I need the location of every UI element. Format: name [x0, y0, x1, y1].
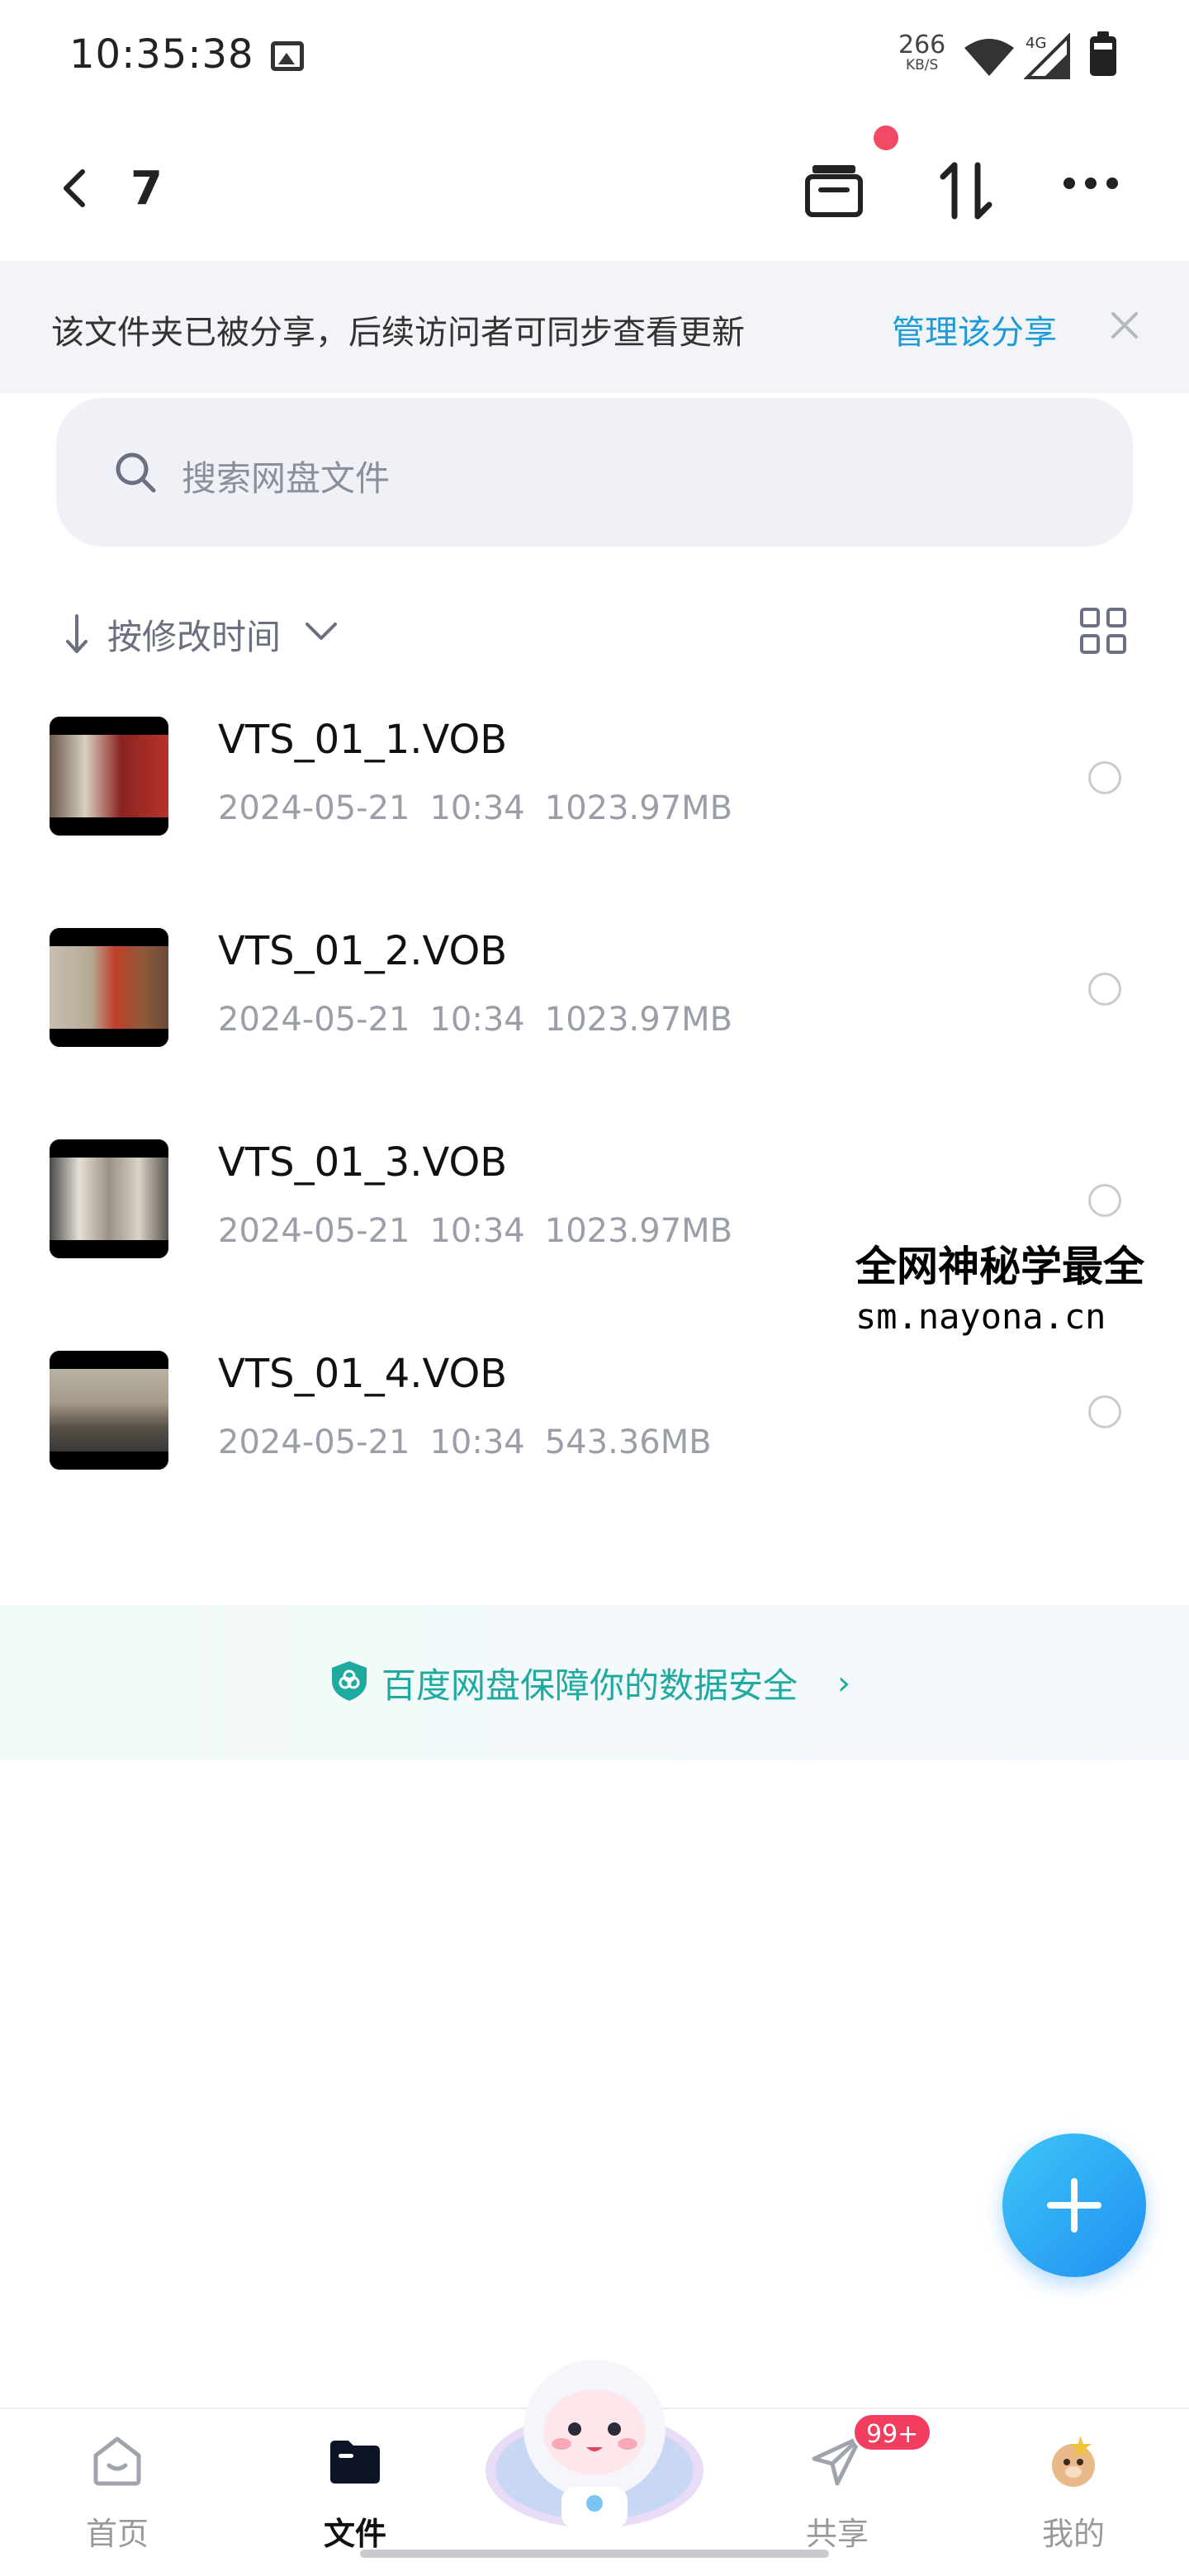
network-speed-value: 266 [898, 31, 946, 59]
home-indicator[interactable] [360, 2550, 829, 2558]
back-icon[interactable] [51, 163, 101, 213]
video-thumbnail [50, 928, 168, 1047]
status-bar: 10:35:38 266 KB/S 4G [0, 0, 1189, 107]
share-banner-text: 该文件夹已被分享，后续访问者可同步查看更新 [51, 314, 745, 352]
file-name: VTS_01_2.VOB [218, 928, 508, 974]
file-date: 2024-05-21 [218, 789, 410, 827]
nav-item-home[interactable]: 首页 [35, 2409, 200, 2576]
image-icon [271, 41, 304, 71]
file-time: 10:34 [429, 1001, 525, 1039]
data-safety-banner[interactable]: 百度网盘保障你的数据安全 › [0, 1605, 1189, 1760]
nav-item-mine[interactable]: 我的 [991, 2409, 1156, 2576]
header: 7 [0, 132, 1189, 248]
arrow-down-icon[interactable] [63, 613, 91, 656]
nav-label-files: 文件 [323, 2516, 386, 2552]
file-row[interactable]: VTS_01_4.VOB 2024-05-21 10:34 543.36MB [0, 1333, 1189, 1544]
chevron-down-icon[interactable] [302, 619, 340, 644]
avatar-icon [1052, 2436, 1095, 2487]
grid-view-icon[interactable] [1080, 608, 1128, 656]
close-icon[interactable] [1108, 309, 1141, 342]
manage-share-link[interactable]: 管理该分享 [892, 305, 1057, 353]
status-time: 10:35:38 [69, 31, 254, 78]
file-name: VTS_01_4.VOB [218, 1351, 508, 1397]
video-thumbnail [50, 717, 168, 836]
more-icon[interactable] [1063, 177, 1130, 201]
watermark-title: 全网神秘学最全 [855, 1243, 1144, 1290]
wifi-icon [964, 39, 1014, 76]
chevron-right-icon: › [837, 1664, 850, 1702]
file-size: 1023.97MB [544, 789, 733, 827]
share-banner: 该文件夹已被分享，后续访问者可同步查看更新 管理该分享 [0, 261, 1189, 393]
transfer-box-icon[interactable] [801, 157, 867, 223]
file-meta: 2024-05-21 10:34 1023.97MB [218, 789, 752, 827]
file-date: 2024-05-21 [218, 1423, 410, 1461]
nav-label-home: 首页 [85, 2516, 149, 2552]
page-title: 7 [130, 162, 163, 215]
network-speed: 266 KB/S [898, 33, 945, 73]
nav-label-share: 共享 [805, 2516, 869, 2552]
sort-label[interactable]: 按修改时间 [107, 609, 281, 660]
folder-icon [330, 2441, 380, 2484]
search-placeholder: 搜索网盘文件 [182, 458, 391, 499]
file-meta: 2024-05-21 10:34 1023.97MB [218, 1001, 752, 1039]
notification-dot [874, 125, 898, 150]
shield-icon [332, 1661, 367, 1701]
file-time: 10:34 [429, 1423, 525, 1461]
file-time: 10:34 [429, 1212, 525, 1250]
search-input[interactable]: 搜索网盘文件 [56, 398, 1133, 547]
video-thumbnail [50, 1351, 168, 1470]
add-button[interactable] [1002, 2133, 1146, 2277]
safety-text: 百度网盘保障你的数据安全 [381, 1665, 798, 1706]
file-meta: 2024-05-21 10:34 543.36MB [218, 1423, 732, 1461]
mascot-icon[interactable] [482, 2346, 707, 2536]
file-date: 2024-05-21 [218, 1212, 410, 1250]
select-radio[interactable] [1088, 761, 1121, 794]
file-time: 10:34 [429, 789, 525, 827]
network-type: 4G [1026, 35, 1046, 52]
nav-label-mine: 我的 [1041, 2516, 1105, 2552]
file-row[interactable]: VTS_01_2.VOB 2024-05-21 10:34 1023.97MB [0, 910, 1189, 1121]
sort-row: 按修改时间 [0, 594, 1189, 669]
search-icon [116, 452, 156, 493]
share-badge: 99+ [852, 2413, 933, 2452]
battery-icon [1090, 31, 1116, 76]
video-thumbnail [50, 1139, 168, 1258]
file-meta: 2024-05-21 10:34 1023.97MB [218, 1212, 752, 1250]
select-radio[interactable] [1088, 973, 1121, 1006]
signal-icon: 4G [1024, 33, 1070, 79]
file-name: VTS_01_3.VOB [218, 1139, 508, 1186]
file-size: 543.36MB [544, 1423, 712, 1461]
file-row[interactable]: VTS_01_1.VOB 2024-05-21 10:34 1023.97MB [0, 698, 1189, 910]
select-radio[interactable] [1088, 1395, 1121, 1428]
network-speed-unit: KB/S [905, 57, 939, 73]
home-icon [93, 2436, 141, 2486]
watermark-url: sm.nayona.cn [855, 1296, 1106, 1337]
sort-arrows-icon[interactable] [933, 155, 999, 225]
watermark: 全网神秘学最全 sm.nayona.cn [855, 1234, 1186, 1337]
file-date: 2024-05-21 [218, 1001, 410, 1039]
select-radio[interactable] [1088, 1184, 1121, 1217]
file-name: VTS_01_1.VOB [218, 717, 508, 763]
file-list: VTS_01_1.VOB 2024-05-21 10:34 1023.97MB VT… [0, 698, 1189, 1544]
file-size: 1023.97MB [544, 1212, 733, 1250]
file-size: 1023.97MB [544, 1001, 733, 1039]
